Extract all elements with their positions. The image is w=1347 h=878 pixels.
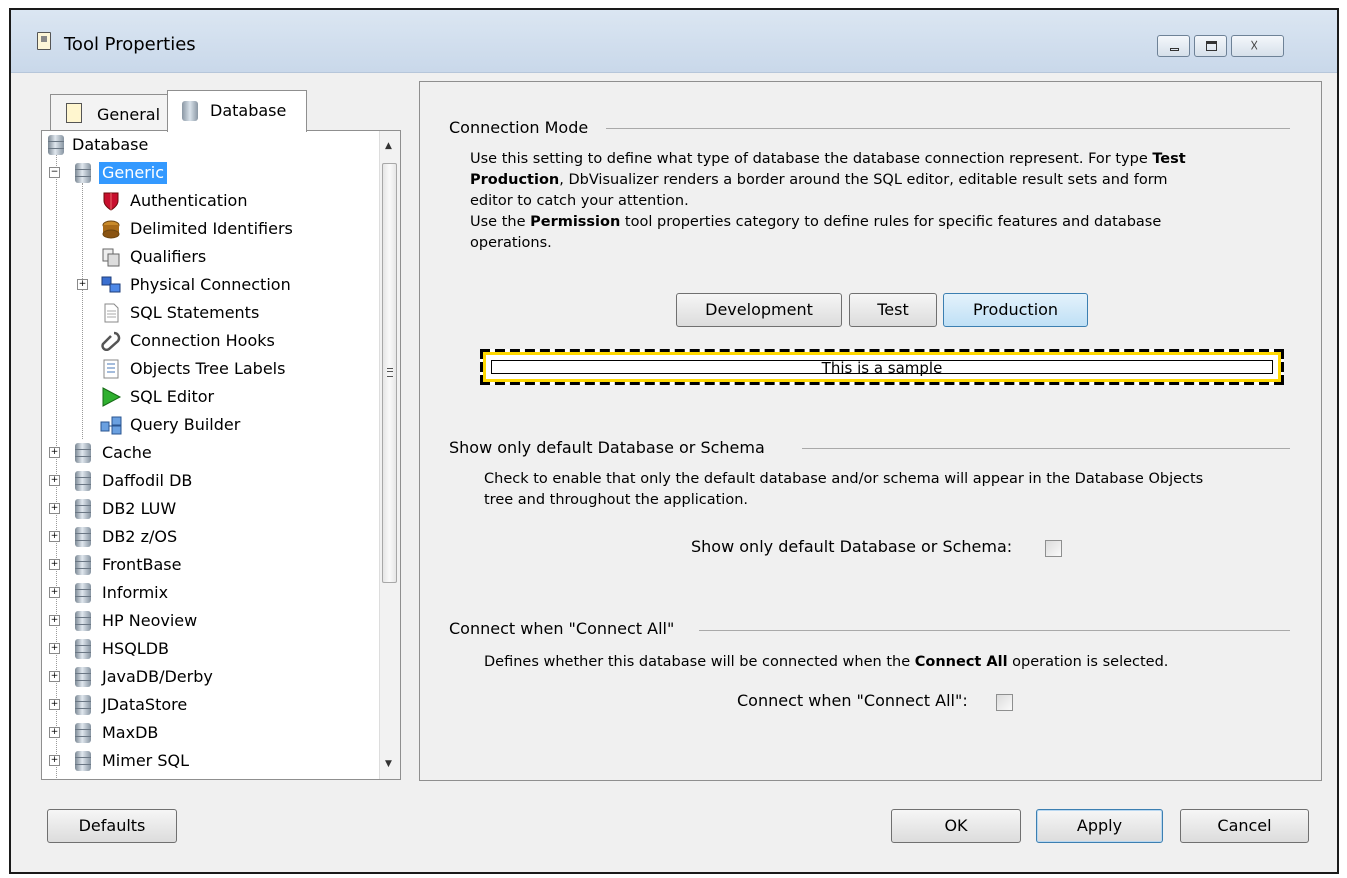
connect-all-title: Connect when "Connect All" (449, 619, 675, 638)
connection-mode-description: Use this setting to define what type of … (470, 151, 1186, 251)
play-icon (102, 387, 122, 407)
database-icon (75, 527, 91, 547)
database-icon (75, 499, 91, 519)
default-schema-checkbox-label: Show only default Database or Schema: (691, 537, 1013, 556)
expand-icon[interactable]: + (49, 475, 60, 486)
sample-text: This is a sample (491, 360, 1273, 376)
expand-icon[interactable]: + (49, 531, 60, 542)
grip-icon (387, 368, 393, 377)
database-icon (75, 471, 91, 491)
scrollbar-thumb[interactable] (382, 163, 397, 583)
close-icon: ☓ (1250, 36, 1259, 55)
properties-icon (66, 103, 82, 123)
connection-mode-title: Connection Mode (449, 118, 589, 137)
ok-button[interactable]: OK (891, 809, 1021, 843)
section-divider (802, 448, 1290, 449)
database-icon (75, 163, 91, 183)
connect-all-description: Defines whether this database will be co… (484, 654, 1169, 670)
hook-icon (101, 331, 121, 351)
database-icon (75, 751, 91, 771)
default-schema-title: Show only default Database or Schema (449, 438, 765, 457)
minimize-icon (1170, 48, 1179, 51)
computer-network-icon (101, 276, 121, 293)
defaults-button[interactable]: Defaults (47, 809, 177, 843)
minimize-button[interactable] (1157, 35, 1190, 57)
section-divider (606, 128, 1290, 129)
connect-all-checkbox[interactable] (996, 694, 1013, 711)
development-button[interactable]: Development (676, 293, 842, 327)
tool-properties-window: Tool Properties ☓ General Database Datab… (9, 8, 1339, 874)
expand-icon[interactable]: + (49, 727, 60, 738)
default-schema-checkbox[interactable] (1045, 540, 1062, 557)
tab-database-label: Database (210, 101, 287, 120)
database-icon (182, 101, 198, 121)
coin-stack-icon (102, 220, 120, 239)
tab-general-label: General (97, 105, 161, 124)
connect-all-checkbox-label: Connect when "Connect All": (737, 691, 968, 710)
test-button[interactable]: Test (849, 293, 937, 327)
default-schema-description: Check to enable that only the default da… (484, 471, 1204, 508)
tree-labels-icon (103, 359, 119, 379)
maximize-button[interactable] (1194, 35, 1227, 57)
production-button[interactable]: Production (943, 293, 1088, 327)
expand-icon[interactable]: + (49, 559, 60, 570)
title-bar[interactable]: Tool Properties ☓ (11, 10, 1337, 73)
qualifiers-icon (102, 248, 120, 267)
scroll-up-icon[interactable]: ▲ (385, 141, 392, 151)
close-button[interactable]: ☓ (1231, 35, 1284, 57)
section-divider (699, 630, 1290, 631)
expand-icon[interactable]: + (49, 699, 60, 710)
expand-icon[interactable]: + (77, 279, 88, 290)
settings-panel: Connection Mode Use this setting to defi… (419, 81, 1322, 781)
cancel-button[interactable]: Cancel (1180, 809, 1309, 843)
database-icon (75, 695, 91, 715)
expand-icon[interactable]: + (49, 643, 60, 654)
apply-button[interactable]: Apply (1036, 809, 1163, 843)
database-tree[interactable]: Database − Generic Authentication Delimi… (41, 130, 401, 780)
document-icon (104, 303, 119, 323)
database-icon (75, 555, 91, 575)
expand-icon[interactable]: + (49, 503, 60, 514)
database-icon (75, 611, 91, 631)
database-icon (75, 583, 91, 603)
database-icon (75, 667, 91, 687)
expand-icon[interactable]: + (49, 671, 60, 682)
expand-icon[interactable]: + (49, 587, 60, 598)
window-title: Tool Properties (64, 34, 196, 55)
query-builder-icon (100, 416, 122, 435)
tab-database[interactable]: Database (167, 90, 307, 132)
tool-properties-icon (37, 32, 51, 50)
database-icon (75, 723, 91, 743)
collapse-icon[interactable]: − (49, 167, 60, 178)
tree-scrollbar[interactable]: ▲ ▼ (379, 131, 400, 779)
expand-icon[interactable]: + (49, 755, 60, 766)
tree-connector (82, 183, 83, 439)
production-border-sample: This is a sample (480, 349, 1284, 385)
database-icon (48, 135, 64, 155)
scroll-down-icon[interactable]: ▼ (385, 759, 392, 769)
expand-icon[interactable]: + (49, 615, 60, 626)
database-icon (75, 443, 91, 463)
expand-icon[interactable]: + (49, 447, 60, 458)
database-icon (75, 639, 91, 659)
tab-general[interactable]: General (50, 94, 174, 130)
maximize-icon (1206, 41, 1217, 51)
tree-connector (56, 155, 57, 779)
shield-icon (103, 192, 119, 211)
